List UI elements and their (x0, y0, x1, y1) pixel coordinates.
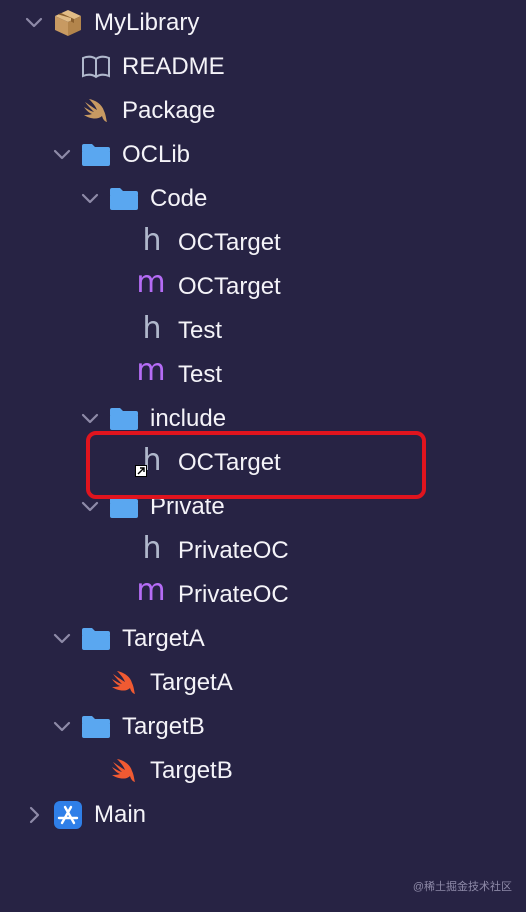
tree-row-main[interactable]: Main (0, 793, 526, 837)
implementation-m-icon: m (136, 353, 166, 388)
folder-icon (82, 628, 110, 650)
watermark: @稀土掘金技术社区 (412, 881, 512, 893)
tree-row-targeta-swift[interactable]: TargetA (0, 661, 526, 705)
tree-row-package[interactable]: Package (0, 89, 526, 133)
tree-row-test-h[interactable]: h Test (0, 309, 526, 353)
header-h-icon: h (142, 311, 162, 346)
tree-item-label: TargetA (122, 625, 205, 652)
swift-package-icon (84, 99, 107, 122)
chevron-right-icon[interactable] (24, 804, 44, 826)
tree-item-label: TargetB (150, 757, 233, 784)
tree-item-label: OCTarget (178, 229, 281, 256)
tree-row-octarget-m[interactable]: m OCTarget (0, 265, 526, 309)
chevron-down-icon[interactable] (24, 12, 44, 34)
tree-row-mylibrary[interactable]: MyLibrary (0, 1, 526, 45)
alias-arrow-icon (135, 465, 147, 477)
tree-row-targetb-folder[interactable]: TargetB (0, 705, 526, 749)
tree-item-label: Test (178, 317, 223, 344)
header-h-icon: h (142, 531, 162, 566)
tree-item-label: OCLib (122, 141, 191, 168)
tree-item-label: PrivateOC (178, 537, 289, 564)
folder-icon (110, 188, 138, 210)
tree-item-label: Code (150, 185, 208, 212)
tree-row-code[interactable]: Code (0, 177, 526, 221)
implementation-m-icon: m (136, 265, 166, 300)
folder-icon (82, 144, 110, 166)
tree-row-test-m[interactable]: m Test (0, 353, 526, 397)
chevron-down-icon[interactable] (80, 496, 100, 518)
package-box-icon (55, 10, 81, 36)
tree-item-label: include (150, 405, 227, 432)
tree-item-label: Test (178, 361, 223, 388)
tree-item-label: MyLibrary (94, 9, 200, 36)
tree-item-label: OCTarget (178, 273, 281, 300)
folder-icon (82, 716, 110, 738)
tree-row-privateoc-h[interactable]: h PrivateOC (0, 529, 526, 573)
chevron-down-icon[interactable] (52, 628, 72, 650)
tree-item-label: TargetA (150, 669, 233, 696)
app-store-icon (54, 801, 82, 829)
tree-row-octarget-h[interactable]: h OCTarget (0, 221, 526, 265)
swift-icon (112, 759, 135, 782)
chevron-down-icon[interactable] (80, 188, 100, 210)
tree-row-privateoc-m[interactable]: m PrivateOC (0, 573, 526, 617)
tree-item-label: Package (122, 97, 216, 124)
chevron-down-icon[interactable] (80, 408, 100, 430)
tree-row-oclib[interactable]: OCLib (0, 133, 526, 177)
tree-item-label: TargetB (122, 713, 205, 740)
tree-row-targeta-folder[interactable]: TargetA (0, 617, 526, 661)
tree-item-label: README (122, 53, 225, 80)
chevron-down-icon[interactable] (52, 716, 72, 738)
swift-icon (112, 671, 135, 694)
tree-item-label: Main (94, 801, 147, 828)
implementation-m-icon: m (136, 573, 166, 608)
book-icon (82, 55, 110, 79)
header-h-icon: h (142, 223, 162, 258)
tree-row-readme[interactable]: README (0, 45, 526, 89)
chevron-down-icon[interactable] (52, 144, 72, 166)
tree-item-label: PrivateOC (178, 581, 289, 608)
tree-row-targetb-swift[interactable]: TargetB (0, 749, 526, 793)
